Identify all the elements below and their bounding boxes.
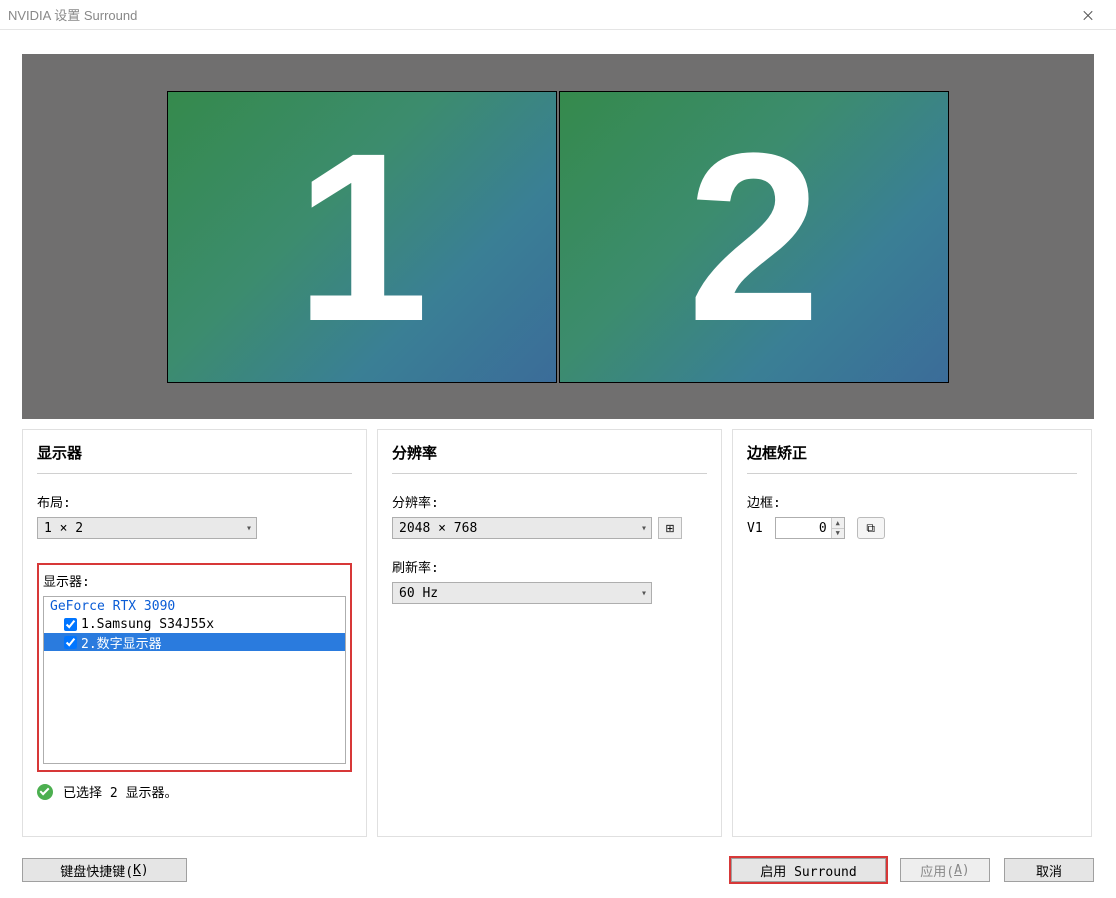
bezel-spinner: ▲ ▼: [831, 518, 844, 538]
chevron-down-icon: ▾: [641, 588, 647, 599]
keyboard-shortcuts-label-post: ): [141, 863, 149, 878]
close-icon: [1082, 9, 1094, 21]
monitor-preview-2[interactable]: 2: [559, 91, 949, 383]
resolution-panel-header: 分辨率: [392, 442, 707, 474]
cancel-label: 取消: [1036, 861, 1062, 880]
display-list-item-1-label: 1.Samsung S34J55x: [81, 617, 214, 632]
display-list-item-1[interactable]: 1.Samsung S34J55x: [44, 615, 345, 633]
bezel-value-input-wrap: ▲ ▼: [775, 517, 845, 539]
window-title: NVIDIA 设置 Surround: [8, 5, 1068, 24]
plus-icon: ⊞: [665, 522, 674, 535]
display-list-item-2-label: 2.数字显示器: [81, 633, 162, 652]
enable-surround-label: 启用 Surround: [760, 861, 856, 880]
add-resolution-button[interactable]: ⊞: [658, 517, 682, 539]
chevron-down-icon: ▾: [641, 523, 647, 534]
apply-key: A: [954, 863, 962, 878]
refresh-label: 刷新率:: [392, 557, 707, 576]
bezel-spin-down[interactable]: ▼: [832, 529, 844, 539]
keyboard-shortcuts-key: K: [133, 863, 141, 878]
displays-panel-header: 显示器: [37, 442, 352, 474]
monitor-preview-1-label: 1: [295, 117, 428, 357]
resolution-label: 分辨率:: [392, 492, 707, 511]
monitor-preview-1[interactable]: 1: [167, 91, 557, 383]
ok-icon: [37, 784, 53, 800]
layout-combo-value: 1 × 2: [44, 521, 83, 536]
bezel-value-input[interactable]: [776, 518, 831, 538]
monitor-row: 1 2: [167, 91, 949, 383]
link-icon: ⧉: [866, 521, 875, 536]
displays-panel: 显示器 布局: 1 × 2 ▾ 显示器: GeForce RTX 3090 1.…: [22, 429, 367, 837]
display-status-text: 已选择 2 显示器。: [63, 782, 177, 801]
refresh-combo[interactable]: 60 Hz ▾: [392, 582, 652, 604]
display-list-label: 显示器:: [43, 571, 346, 590]
layout-combo[interactable]: 1 × 2 ▾: [37, 517, 257, 539]
status-row: 已选择 2 显示器。: [37, 782, 352, 801]
apply-label-pre: 应用(: [920, 861, 954, 880]
chevron-down-icon: ▾: [246, 523, 252, 534]
gpu-name: GeForce RTX 3090: [44, 597, 345, 615]
titlebar: NVIDIA 设置 Surround: [0, 0, 1116, 30]
bezel-spin-up[interactable]: ▲: [832, 518, 844, 529]
apply-label-post: ): [962, 863, 970, 878]
refresh-combo-value: 60 Hz: [399, 586, 438, 601]
resolution-combo-value: 2048 × 768: [399, 521, 477, 536]
display-list-item-2[interactable]: 2.数字显示器: [44, 633, 345, 651]
display-list-item-1-checkbox[interactable]: [64, 618, 77, 631]
display-list[interactable]: GeForce RTX 3090 1.Samsung S34J55x 2.数字显…: [43, 596, 346, 764]
layout-label: 布局:: [37, 492, 352, 511]
close-button[interactable]: [1068, 0, 1108, 29]
enable-surround-button[interactable]: 启用 Surround: [731, 858, 886, 882]
bezel-name: V1: [747, 521, 763, 536]
monitor-preview-area: 1 2: [22, 54, 1094, 419]
keyboard-shortcuts-button[interactable]: 键盘快捷键(K): [22, 858, 187, 882]
resolution-panel: 分辨率 分辨率: 2048 × 768 ▾ ⊞ 刷新率: 60 Hz ▾: [377, 429, 722, 837]
footer-row: 键盘快捷键(K) 启用 Surround 应用(A) 取消: [22, 858, 1094, 882]
resolution-combo[interactable]: 2048 × 768 ▾: [392, 517, 652, 539]
monitor-preview-2-label: 2: [687, 117, 820, 357]
bezel-panel-header: 边框矫正: [747, 442, 1077, 474]
apply-button[interactable]: 应用(A): [900, 858, 990, 882]
display-list-item-2-checkbox[interactable]: [64, 636, 77, 649]
bezel-label: 边框:: [747, 492, 1077, 511]
display-list-highlight: 显示器: GeForce RTX 3090 1.Samsung S34J55x …: [37, 563, 352, 772]
bezel-link-button[interactable]: ⧉: [857, 517, 885, 539]
keyboard-shortcuts-label-pre: 键盘快捷键(: [60, 861, 133, 880]
cancel-button[interactable]: 取消: [1004, 858, 1094, 882]
bezel-panel: 边框矫正 边框: V1 ▲ ▼ ⧉: [732, 429, 1092, 837]
